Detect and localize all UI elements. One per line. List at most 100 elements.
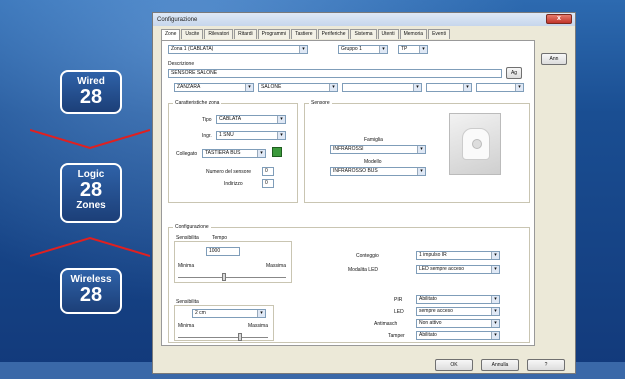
close-button[interactable]: x (546, 14, 572, 24)
zone-select-value: Zona 1 (CABLATA) (171, 46, 214, 52)
type-select[interactable]: TP ▾ (398, 45, 428, 54)
chevron-down-icon: ▾ (419, 46, 427, 53)
sensitivity2-slider[interactable] (178, 337, 268, 338)
modalita-led-label: Modalita LED (348, 267, 379, 273)
chevron-down-icon: ▾ (257, 310, 265, 317)
window-title: Configurazione (157, 16, 198, 23)
pir-value: Abilitato (419, 296, 437, 302)
help-button[interactable]: ? (527, 359, 565, 371)
tamper-label: Tamper (388, 333, 405, 339)
description-input[interactable]: SENSORE SALONE (168, 69, 502, 78)
wireless-tile: Wireless 28 (60, 268, 122, 314)
ingresso-value: 1 SNU (219, 132, 234, 138)
chevron-down-icon: ▾ (329, 84, 337, 91)
tab-programmi[interactable]: Programmi (257, 29, 291, 39)
description-button[interactable]: Ag (506, 67, 522, 79)
conteggio-value: 1 impulso IR (419, 252, 447, 258)
minima2-label: Minima (178, 323, 195, 329)
tipo-select[interactable]: CABLATA ▾ (216, 115, 286, 124)
modalita-led-select[interactable]: LED sempre acceso ▾ (416, 265, 500, 274)
indirizzo-input[interactable]: 0 (262, 179, 274, 188)
cancel-button[interactable]: Annulla (481, 359, 519, 371)
chevron-down-icon: ▾ (245, 84, 253, 91)
area-select-3[interactable]: ▾ (342, 83, 422, 92)
tab-rilevatori[interactable]: Rilevatori (204, 29, 234, 39)
area-1-value: ZANZARA (177, 84, 201, 90)
zone-select[interactable]: Zona 1 (CABLATA) ▾ (168, 45, 308, 54)
chevron-down-icon: ▾ (491, 320, 499, 327)
tab-ritardi[interactable]: Ritardi (234, 29, 257, 39)
zone-panel: Zona 1 (CABLATA) ▾ Gruppo 1 ▾ TP ▾ Descrizi… (161, 40, 535, 346)
tempo-input[interactable]: 1000 (206, 247, 240, 256)
ingresso-select[interactable]: 1 SNU ▾ (216, 131, 286, 140)
led-select[interactable]: sempre acceso ▾ (416, 307, 500, 316)
sensitivity-slider[interactable] (178, 277, 286, 278)
antimasch-select[interactable]: Non attivo ▾ (416, 319, 500, 328)
config-window: Configurazione x Zone Uscite Rilevatori … (152, 12, 576, 374)
tab-zone[interactable]: Zone (161, 29, 181, 40)
massima2-label: Massima (248, 323, 269, 329)
tab-tastiere[interactable]: Tastiere (291, 29, 317, 39)
connect-button[interactable] (272, 147, 282, 157)
modello-select[interactable]: INFRAROSSO BUS ▾ (330, 167, 426, 176)
antimasch-value: Non attivo (419, 320, 442, 326)
sensor-lens (472, 139, 482, 149)
modello-label: Modello (364, 159, 382, 165)
minima-label: Minima (178, 263, 195, 269)
tab-utenti[interactable]: Utenti (377, 29, 399, 39)
tab-uscite[interactable]: Uscite (181, 29, 204, 39)
wired-tile: Wired 28 (60, 70, 122, 114)
side-button[interactable]: Ann (541, 53, 567, 65)
arrow-down-icon (30, 129, 150, 150)
area-select-5[interactable]: ▾ (476, 83, 524, 92)
logic-tile: Logic 28 Zones (60, 163, 122, 223)
sensitivity-thumb[interactable] (222, 273, 226, 281)
tab-eventi[interactable]: Eventi (428, 29, 450, 39)
chevron-down-icon: ▾ (417, 168, 425, 175)
configuration-title: Configurazione (173, 224, 211, 230)
chevron-down-icon: ▾ (515, 84, 523, 91)
conteggio-select[interactable]: 1 impulso IR ▾ (416, 251, 500, 260)
tab-periferiche[interactable]: Periferiche (317, 29, 350, 39)
chevron-down-icon: ▾ (491, 332, 499, 339)
collegato-select[interactable]: TASTIERA BUS ▾ (202, 149, 266, 158)
area-select-4[interactable]: ▾ (426, 83, 472, 92)
numero-input[interactable]: 0 (262, 167, 274, 176)
ok-button[interactable]: OK (435, 359, 473, 371)
sensor-title: Sensore (309, 100, 332, 106)
chevron-down-icon: ▾ (491, 266, 499, 273)
logic-count: 28 (79, 179, 103, 201)
tipo-value: CABLATA (219, 116, 242, 122)
chevron-down-icon: ▾ (413, 84, 421, 91)
tab-sistema[interactable]: Sistema (350, 29, 377, 39)
chevron-down-icon: ▾ (277, 116, 285, 123)
arrow-up-icon (30, 236, 150, 257)
numero-label: Numero del sensore (206, 169, 252, 175)
famiglia-value: INFRAROSSI (333, 146, 364, 152)
chevron-down-icon: ▾ (463, 84, 471, 91)
led-value: sempre acceso (419, 308, 453, 314)
massima-label: Massima (266, 263, 287, 269)
chevron-down-icon: ▾ (491, 252, 499, 259)
sensibilita2-select[interactable]: 2 cm ▾ (192, 309, 266, 318)
famiglia-select[interactable]: INFRAROSSI ▾ (330, 145, 426, 154)
indirizzo-label: Indirizzo (224, 181, 243, 187)
sensor-body (462, 128, 490, 160)
famiglia-label: Famiglia (364, 137, 383, 143)
chevron-down-icon: ▾ (491, 308, 499, 315)
pir-select[interactable]: Abilitato ▾ (416, 295, 500, 304)
chevron-down-icon: ▾ (257, 150, 265, 157)
collegato-label: Collegato (176, 151, 198, 157)
chevron-down-icon: ▾ (277, 132, 285, 139)
tab-memoria[interactable]: Memoria (399, 29, 428, 39)
sensitivity2-thumb[interactable] (238, 333, 242, 341)
modello-value: INFRAROSSO BUS (333, 168, 378, 174)
area-select-2[interactable]: SALONE ▾ (258, 83, 338, 92)
logic-sub: Zones (76, 200, 106, 211)
chevron-down-icon: ▾ (379, 46, 387, 53)
window-titlebar[interactable]: Configurazione x (153, 13, 575, 26)
area-select-1[interactable]: ZANZARA ▾ (174, 83, 254, 92)
collegato-value: TASTIERA BUS (205, 150, 241, 156)
tamper-select[interactable]: Abilitato ▾ (416, 331, 500, 340)
group-select[interactable]: Gruppo 1 ▾ (338, 45, 388, 54)
